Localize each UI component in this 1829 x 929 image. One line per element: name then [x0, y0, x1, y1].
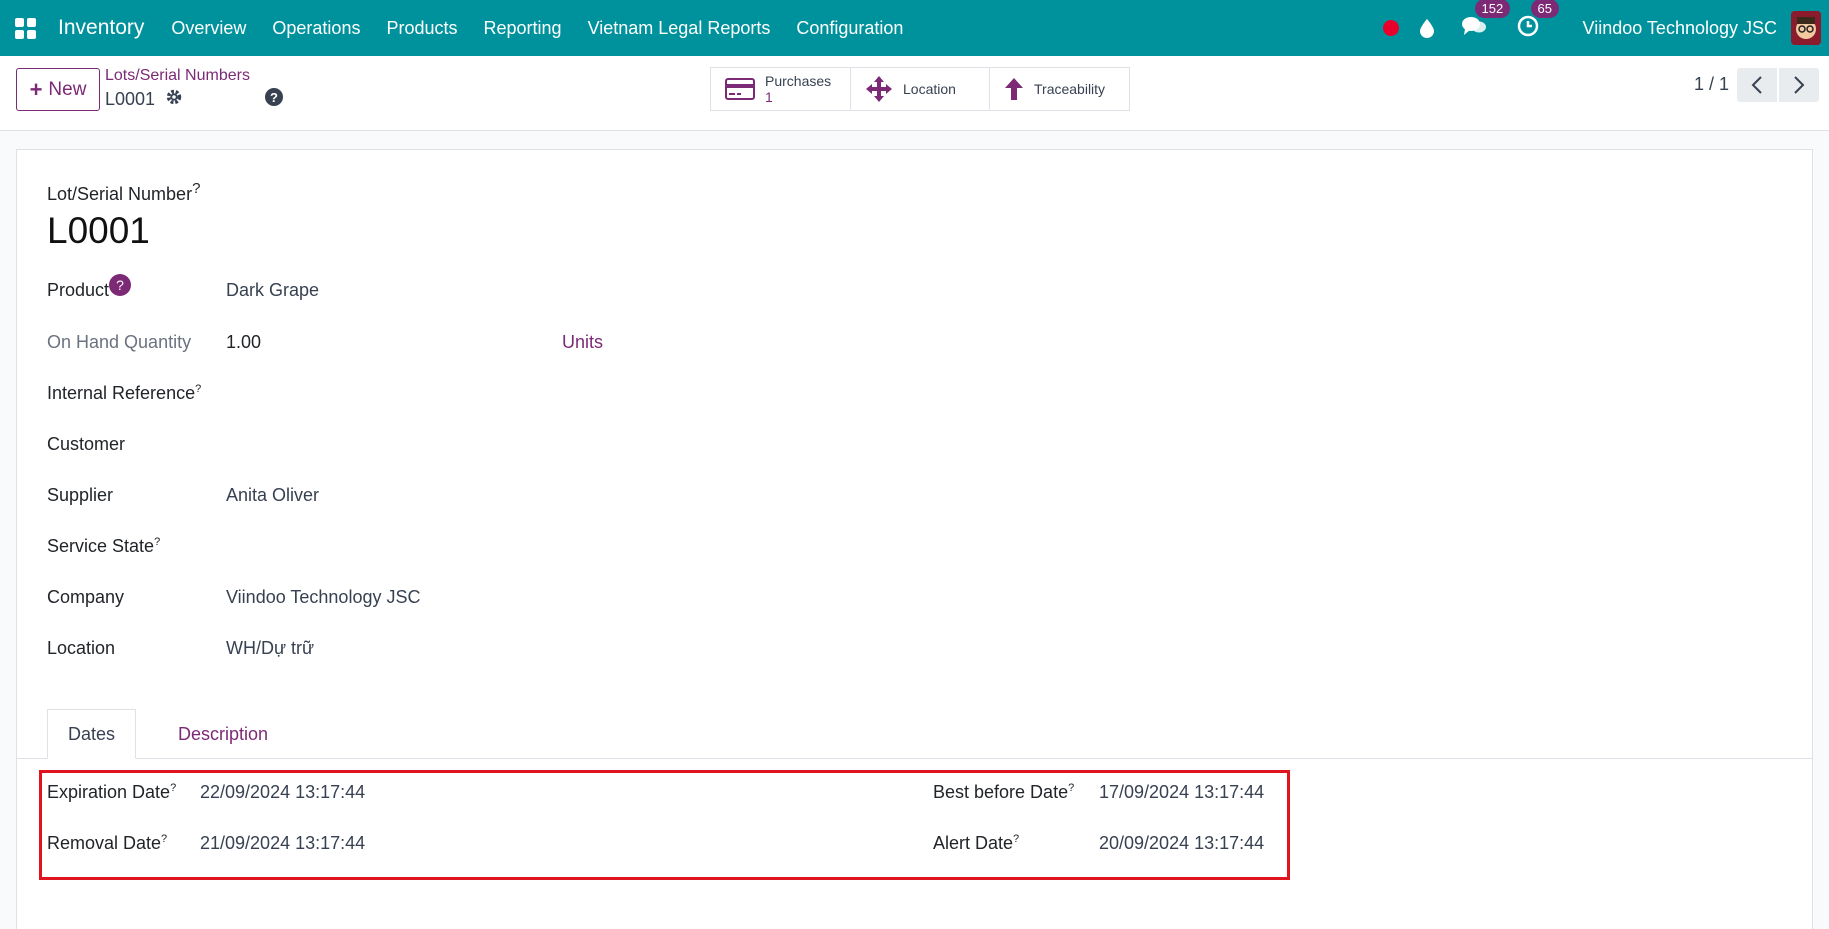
- best-before-date-label: Best before Date?: [933, 782, 1075, 802]
- menu-reporting[interactable]: Reporting: [471, 18, 575, 39]
- new-button[interactable]: + New: [16, 68, 100, 111]
- menu-operations[interactable]: Operations: [259, 18, 373, 39]
- activities-count-badge: 65: [1530, 0, 1559, 18]
- plus-icon: +: [29, 76, 43, 102]
- product-label: Product?: [47, 274, 132, 302]
- location-field[interactable]: WH/Dự trữ: [226, 638, 314, 659]
- expiration-date-field[interactable]: 22/09/2024 13:17:44: [200, 782, 365, 803]
- expiration-date-label: Expiration Date?: [47, 782, 177, 802]
- user-avatar[interactable]: [1791, 11, 1821, 45]
- on-hand-quantity-label: On Hand Quantity: [47, 332, 192, 352]
- messages-count-badge: 152: [1474, 0, 1511, 18]
- record-name: L0001: [105, 88, 183, 111]
- form-sheet: Lot/Serial Number? L0001 Product? Dark G…: [16, 149, 1813, 929]
- product-help-icon[interactable]: ?: [109, 274, 132, 296]
- chevron-right-icon: [1794, 76, 1805, 94]
- purchases-label: Purchases: [765, 73, 832, 89]
- chevron-left-icon: [1751, 76, 1762, 94]
- pager-value[interactable]: 1 / 1: [1694, 74, 1729, 95]
- removal-date-field[interactable]: 21/09/2024 13:17:44: [200, 833, 365, 854]
- help-icon[interactable]: ?: [265, 88, 283, 106]
- arrow-up-icon: [1004, 77, 1024, 101]
- tab-description[interactable]: Description: [158, 709, 288, 759]
- clock-icon: [1517, 15, 1539, 42]
- customer-label: Customer: [47, 434, 126, 454]
- company-field[interactable]: Viindoo Technology JSC: [226, 587, 420, 608]
- lot-serial-value[interactable]: L0001: [47, 210, 150, 252]
- activities-button[interactable]: 65: [1517, 0, 1559, 42]
- purchases-count: 1: [765, 89, 773, 105]
- location-smart-button[interactable]: Location: [851, 68, 990, 110]
- top-navbar: Inventory Overview Operations Products R…: [0, 0, 1829, 56]
- record-name-text: L0001: [105, 89, 156, 109]
- menu-configuration[interactable]: Configuration: [783, 18, 916, 39]
- traceability-label: Traceability: [1034, 81, 1106, 97]
- location-label: Location: [903, 81, 956, 97]
- alert-date-field[interactable]: 20/09/2024 13:17:44: [1099, 833, 1264, 854]
- menu-vietnam-legal-reports[interactable]: Vietnam Legal Reports: [575, 18, 784, 39]
- removal-date-label: Removal Date?: [47, 833, 168, 853]
- location-label: Location: [47, 638, 116, 658]
- menu-products[interactable]: Products: [373, 18, 470, 39]
- purchases-smart-button[interactable]: Purchases 1: [711, 68, 851, 110]
- alert-date-label: Alert Date?: [933, 833, 1020, 853]
- internal-reference-label: Internal Reference?: [47, 383, 202, 403]
- record-indicator-icon[interactable]: [1382, 20, 1399, 36]
- service-state-label: Service State?: [47, 536, 161, 556]
- lot-serial-label: Lot/Serial Number?: [47, 180, 201, 204]
- app-name[interactable]: Inventory: [58, 16, 144, 40]
- tab-dates[interactable]: Dates: [47, 709, 137, 759]
- pager-previous-button[interactable]: [1737, 68, 1777, 102]
- chat-icon: [1461, 15, 1487, 42]
- pager-next-button[interactable]: [1779, 68, 1819, 102]
- smart-buttons: Purchases 1 Location Traceability: [710, 67, 1130, 111]
- menu-overview[interactable]: Overview: [158, 18, 259, 39]
- apps-menu-icon[interactable]: [0, 0, 50, 56]
- credit-card-icon: [725, 78, 755, 100]
- supplier-field[interactable]: Anita Oliver: [226, 485, 319, 506]
- best-before-date-field[interactable]: 17/09/2024 13:17:44: [1099, 782, 1264, 803]
- breadcrumb-lots[interactable]: Lots/Serial Numbers: [105, 67, 250, 85]
- control-panel: + New Lots/Serial Numbers L0001 ? Purcha…: [0, 56, 1829, 131]
- notebook-tabs: Dates Description: [17, 709, 1812, 759]
- new-button-label: New: [48, 78, 87, 100]
- move-arrows-icon: [865, 75, 893, 103]
- supplier-label: Supplier: [47, 485, 114, 505]
- messages-button[interactable]: 152: [1461, 0, 1511, 42]
- drop-icon[interactable]: [1419, 17, 1439, 39]
- traceability-smart-button[interactable]: Traceability: [990, 68, 1129, 110]
- gear-icon[interactable]: [165, 88, 183, 111]
- company-switcher[interactable]: Viindoo Technology JSC: [1583, 18, 1777, 39]
- on-hand-quantity-value: 1.00: [226, 332, 262, 352]
- company-label: Company: [47, 587, 125, 607]
- uom-link[interactable]: Units: [562, 332, 603, 353]
- product-field[interactable]: Dark Grape: [226, 280, 319, 301]
